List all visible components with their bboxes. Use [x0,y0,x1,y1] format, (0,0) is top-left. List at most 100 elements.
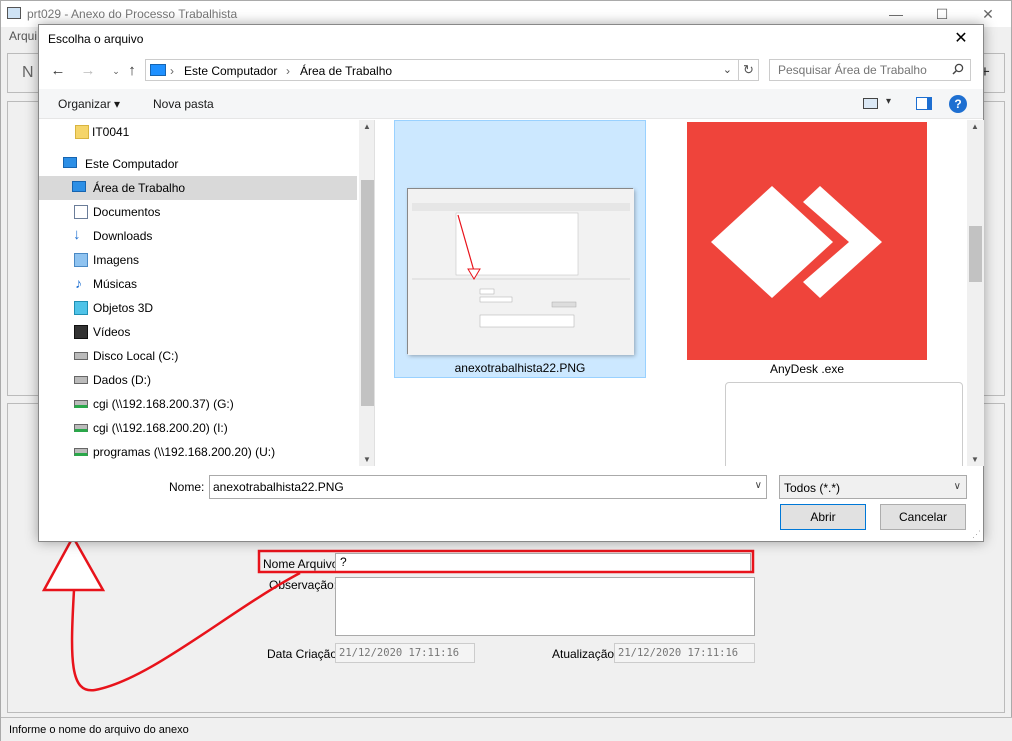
file-tile-partial[interactable] [725,382,963,466]
tree-item-label: Disco Local (C:) [93,349,179,363]
search-icon[interactable] [952,63,964,78]
file-type-select[interactable]: Todos (*.*) ∨ [779,475,967,499]
tree-item-videos[interactable]: Vídeos [39,320,357,344]
dialog-title: Escolha o arquivo [48,32,144,46]
computer-icon [63,157,77,168]
back-arrow-icon[interactable]: ← [47,60,69,82]
tree-item-label: IT0041 [92,125,130,139]
observacao-textarea[interactable] [335,577,755,636]
tree-item-imagens[interactable]: Imagens [39,248,357,272]
tree-item-it0041[interactable]: IT0041 [39,120,357,144]
file-name-label: AnyDesk .exe [769,362,845,376]
tree-scrollbar-thumb[interactable] [361,180,374,406]
music-icon: ♪ [75,275,82,291]
tree-item-cgi-g[interactable]: cgi (\\192.168.200.37) (G:) [39,392,357,416]
tree-item-cgi-i[interactable]: cgi (\\192.168.200.20) (I:) [39,416,357,440]
scroll-up-icon[interactable]: ▲ [971,122,979,131]
navigation-bar: ← → ⌄ ↑ › Este Computador › Área de Trab… [39,57,983,85]
network-drive-icon [74,400,88,408]
tree-item-label: Downloads [93,229,153,243]
tree-item-objetos-3d[interactable]: Objetos 3D [39,296,357,320]
scroll-up-icon[interactable]: ▲ [363,122,371,131]
tree-item-programas-u[interactable]: programas (\\192.168.200.20) (U:) [39,440,357,464]
file-name-label: Nome: [169,480,205,494]
organize-menu-button[interactable]: Organizar ▾ [58,97,120,111]
scroll-down-icon[interactable]: ▼ [363,455,371,464]
documents-icon [74,205,88,219]
open-button[interactable]: Abrir [780,504,866,530]
up-arrow-icon[interactable]: ↑ [121,60,143,82]
help-icon[interactable]: ? [949,95,967,113]
file-type-value: Todos (*.*) [784,481,841,495]
tree-item-musicas[interactable]: ♪ Músicas [39,272,357,296]
navigation-tree: IT0041 Este Computador Área de Trabalho … [39,120,375,466]
tree-item-documentos[interactable]: Documentos [39,200,357,224]
file-name-label: anexotrabalhista22.PNG [454,361,586,375]
tree-item-label: Músicas [93,277,138,291]
file-name-combobox[interactable]: ∨ [209,475,767,499]
command-bar: Organizar ▾ Nova pasta ▾ ? [39,89,983,119]
new-folder-button[interactable]: Nova pasta [153,97,214,111]
nome-arquivo-label: Nome Arquivo: [263,557,342,571]
tree-item-label: Dados (D:) [93,373,152,387]
desktop-icon [72,181,86,192]
tree-item-label: cgi (\\192.168.200.37) (G:) [93,397,234,411]
tree-item-label: programas (\\192.168.200.20) (U:) [93,445,276,459]
atualizacao-field: 21/12/2020 17:11:16 [614,643,755,663]
preview-pane-icon[interactable] [916,97,932,110]
file-thumbnail [407,188,634,355]
tree-item-este-computador[interactable]: Este Computador [39,152,357,176]
nome-arquivo-input[interactable]: ? [335,553,751,572]
tree-item-area-de-trabalho[interactable]: Área de Trabalho [39,176,357,200]
tree-item-label: Área de Trabalho [93,181,186,195]
tree-item-label: Vídeos [93,325,131,339]
view-dropdown-icon[interactable]: ▾ [886,96,891,107]
tree-item-label: Documentos [93,205,161,219]
search-input[interactable] [770,60,946,80]
scroll-down-icon[interactable]: ▼ [971,455,979,464]
tree-item-label: Este Computador [85,157,179,171]
file-tile-anexotrabalhista[interactable]: anexotrabalhista22.PNG [394,120,646,378]
forward-arrow-icon[interactable]: → [77,60,99,82]
tree-item-disco-local-c[interactable]: Disco Local (C:) [39,344,357,368]
local-disk-icon [74,352,88,360]
refresh-icon[interactable]: ↻ [739,59,759,81]
tree-item-label: Objetos 3D [93,301,154,315]
cancel-button[interactable]: Cancelar [880,504,966,530]
tree-item-downloads[interactable]: ↓ Downloads [39,224,357,248]
search-box[interactable] [769,59,971,81]
dialog-close-button[interactable]: ✕ [939,25,983,53]
resize-grip-icon[interactable]: ⋰ [972,529,981,540]
breadcrumb-area-de-trabalho[interactable]: Área de Trabalho [300,64,392,78]
network-drive-icon [74,424,88,432]
file-name-input[interactable] [210,476,740,498]
tree-scrollbar[interactable]: ▲ ▼ [359,120,374,466]
chevron-down-icon[interactable]: ∨ [954,481,961,492]
data-criacao-label: Data Criação: [267,647,341,661]
tree-item-label: Imagens [93,253,140,267]
change-view-icon[interactable] [863,98,878,109]
address-dropdown-icon[interactable]: ⌄ [723,63,732,76]
file-list-scrollbar[interactable]: ▲ ▼ [967,120,984,466]
file-list: anexotrabalhista22.PNG AnyDesk .exe ▲ ▼ [376,120,984,466]
status-bar: Informe o nome do arquivo do anexo [1,717,1012,741]
file-open-dialog: Escolha o arquivo ✕ ← → ⌄ ↑ › Este Compu… [38,24,984,542]
objects-3d-icon [74,301,88,315]
breadcrumb-este-computador[interactable]: Este Computador [184,64,277,78]
tree-item-dados-d[interactable]: Dados (D:) [39,368,357,392]
tree-item-label: cgi (\\192.168.200.20) (I:) [93,421,228,435]
toolbar-first-icon[interactable]: N [22,64,34,82]
computer-icon [150,64,166,76]
atualizacao-label: Atualização: [552,647,618,661]
app-window-icon [7,7,21,19]
drive-icon [74,376,88,384]
videos-icon [74,325,88,339]
menu-arquivo[interactable]: Arqui [9,29,37,43]
data-criacao-field: 21/12/2020 17:11:16 [335,643,475,663]
file-tile-anydesk[interactable]: AnyDesk .exe [687,120,927,378]
breadcrumb-separator: › [286,64,290,78]
file-list-scrollbar-thumb[interactable] [969,226,982,282]
chevron-down-icon[interactable]: ∨ [755,480,762,491]
address-bar[interactable]: › Este Computador › Área de Trabalho ⌄ [145,59,739,81]
folder-icon [75,125,89,139]
